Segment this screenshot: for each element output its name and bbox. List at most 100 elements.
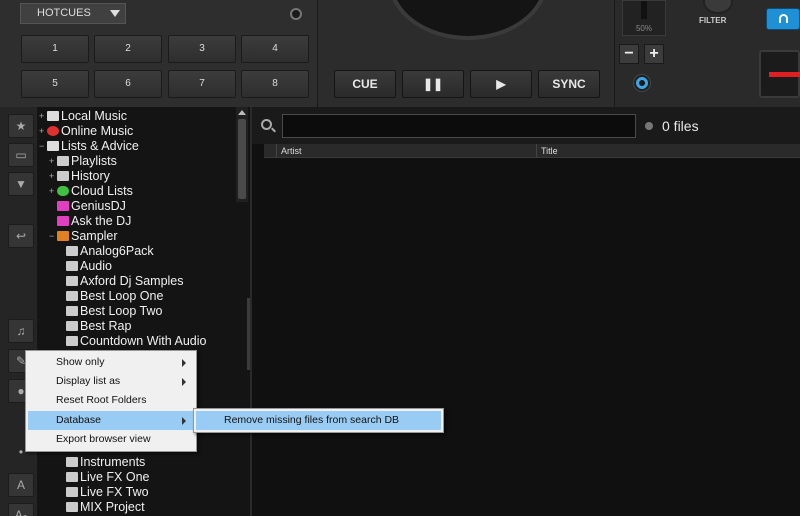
menu-item-label: Display list as bbox=[56, 375, 121, 387]
music-note-icon: ♫ bbox=[16, 324, 26, 338]
tree-item-audio[interactable]: Audio bbox=[66, 259, 112, 274]
scroll-up-icon[interactable] bbox=[238, 110, 246, 115]
tree-item-best-loop-two[interactable]: Best Loop Two bbox=[66, 304, 162, 319]
tree-item-label: Countdown With Audio bbox=[80, 334, 207, 348]
tree-item-label: Live FX One bbox=[80, 470, 150, 484]
sample-folder-icon bbox=[66, 472, 78, 482]
tree-item-sampler[interactable]: Sampler bbox=[57, 229, 118, 244]
hotcue-pad-7[interactable]: 7 bbox=[168, 70, 236, 98]
cloud-icon bbox=[57, 186, 69, 196]
star-icon: ★ bbox=[15, 119, 27, 133]
tree-item-axford-dj-samples[interactable]: Axford Dj Samples bbox=[66, 274, 184, 289]
play-button[interactable]: ▶ bbox=[470, 70, 532, 98]
tree-item-label: GeniusDJ bbox=[71, 199, 126, 213]
filter-icon: ▼ bbox=[15, 177, 27, 191]
menu-item-reset-root-folders[interactable]: Reset Root Folders bbox=[28, 391, 194, 410]
column-header-title[interactable]: Title bbox=[536, 144, 800, 158]
hotcue-pad-8[interactable]: 8 bbox=[241, 70, 309, 98]
pitch-plus-button[interactable]: + bbox=[644, 44, 664, 64]
filter-knob[interactable] bbox=[703, 0, 733, 14]
expand-icon[interactable]: + bbox=[49, 169, 54, 184]
sample-folder-icon bbox=[66, 336, 78, 346]
scrollbar-thumb[interactable] bbox=[238, 119, 246, 199]
column-header-artist[interactable]: Artist bbox=[276, 144, 536, 158]
tree-item-label: Ask the DJ bbox=[71, 214, 132, 228]
filter-button[interactable]: ▼ bbox=[8, 172, 34, 196]
menu-item-label: Show only bbox=[56, 356, 105, 368]
globe-icon bbox=[47, 126, 59, 136]
tree-item-lists-advice[interactable]: Lists & Advice bbox=[47, 139, 139, 154]
tree-item-mix-project[interactable]: MIX Project bbox=[66, 500, 145, 515]
hotcue-pad-6[interactable]: 6 bbox=[94, 70, 162, 98]
tree-item-cloud-lists[interactable]: Cloud Lists bbox=[57, 184, 133, 199]
list-icon bbox=[47, 141, 59, 151]
font-size-small-button[interactable]: Aₐ bbox=[8, 503, 34, 516]
menu-item-remove-missing-files[interactable]: Remove missing files from search DB bbox=[196, 411, 441, 430]
expand-icon[interactable]: + bbox=[39, 109, 44, 124]
pause-icon: ❚❚ bbox=[422, 77, 444, 91]
folder-view-button[interactable]: ▭ bbox=[8, 143, 34, 167]
collapse-icon[interactable]: − bbox=[39, 139, 44, 154]
chevron-right-icon bbox=[182, 417, 186, 425]
pitch-slider[interactable]: 50% bbox=[622, 0, 666, 36]
hotcue-pad-5[interactable]: 5 bbox=[21, 70, 89, 98]
jog-wheel[interactable] bbox=[388, 0, 548, 40]
history-icon bbox=[57, 171, 69, 181]
pitch-minus-button[interactable]: − bbox=[619, 44, 639, 64]
headphones-button[interactable] bbox=[766, 8, 800, 30]
music-view-button[interactable]: ♫ bbox=[8, 319, 34, 343]
headphones-icon bbox=[779, 14, 788, 23]
tree-item-label: Axford Dj Samples bbox=[80, 274, 184, 288]
tree-item-online-music[interactable]: Online Music bbox=[47, 124, 133, 139]
tree-item-best-loop-one[interactable]: Best Loop One bbox=[66, 289, 163, 304]
key-lock-icon[interactable] bbox=[633, 74, 651, 92]
cue-button[interactable]: CUE bbox=[334, 70, 396, 98]
hotcues-dropdown-label: HOTCUES bbox=[37, 7, 91, 19]
back-icon: ↩ bbox=[15, 229, 27, 243]
tree-item-best-rap[interactable]: Best Rap bbox=[66, 319, 131, 334]
tree-item-label: Instruments bbox=[80, 455, 146, 469]
tree-item-instruments[interactable]: Instruments bbox=[66, 455, 145, 470]
expand-icon[interactable]: + bbox=[49, 154, 54, 169]
play-pause-button[interactable]: ❚❚ bbox=[402, 70, 464, 98]
tree-item-live-fx-one[interactable]: Live FX One bbox=[66, 470, 149, 485]
play-icon: ▶ bbox=[496, 77, 506, 91]
deck-panel: HOTCUES 1 2 3 4 5 6 7 8 CUE ❚❚ ▶ SYNC 50… bbox=[0, 0, 800, 107]
menu-item-show-only[interactable]: Show only bbox=[28, 353, 194, 372]
sample-folder-icon bbox=[66, 502, 78, 512]
sync-button[interactable]: SYNC bbox=[538, 70, 600, 98]
volume-fader[interactable] bbox=[759, 50, 800, 98]
search-input[interactable] bbox=[282, 114, 636, 138]
tree-item-countdown-with-audio[interactable]: Countdown With Audio bbox=[66, 334, 206, 349]
menu-item-display-list-as[interactable]: Display list as bbox=[28, 372, 194, 391]
sample-folder-icon bbox=[66, 457, 78, 467]
hotcue-pad-3[interactable]: 3 bbox=[168, 35, 236, 63]
menu-item-database[interactable]: Database bbox=[28, 411, 194, 430]
hotcue-pad-4[interactable]: 4 bbox=[241, 35, 309, 63]
tree-item-local-music[interactable]: Local Music bbox=[47, 109, 127, 124]
hotcue-led-button[interactable] bbox=[290, 8, 302, 20]
tree-item-ask-the-dj[interactable]: Ask the DJ bbox=[57, 214, 131, 229]
tree-item-playlists[interactable]: Playlists bbox=[57, 154, 117, 169]
pitch-slider-track bbox=[641, 1, 647, 19]
hotcue-pad-1[interactable]: 1 bbox=[21, 35, 89, 63]
tree-item-history[interactable]: History bbox=[57, 169, 110, 184]
tree-scrollbar[interactable] bbox=[236, 107, 248, 202]
hotcue-panel: HOTCUES 1 2 3 4 5 6 7 8 bbox=[0, 0, 318, 107]
back-button[interactable]: ↩ bbox=[8, 224, 34, 248]
menu-item-export-browser-view[interactable]: Export browser view bbox=[28, 430, 194, 449]
sample-folder-icon bbox=[66, 306, 78, 316]
dot-icon: • bbox=[18, 445, 24, 459]
tree-item-geniusdj[interactable]: GeniusDJ bbox=[57, 199, 126, 214]
font-size-button[interactable]: A bbox=[8, 473, 34, 497]
collapse-icon[interactable]: − bbox=[49, 229, 54, 244]
tree-item-live-fx-two[interactable]: Live FX Two bbox=[66, 485, 149, 500]
expand-icon[interactable]: + bbox=[39, 124, 44, 139]
search-icon[interactable] bbox=[261, 119, 272, 130]
tree-item-analog6pack[interactable]: Analog6Pack bbox=[66, 244, 154, 259]
hotcue-pad-2[interactable]: 2 bbox=[94, 35, 162, 63]
expand-icon[interactable]: + bbox=[49, 184, 54, 199]
hotcues-dropdown[interactable]: HOTCUES bbox=[20, 3, 126, 24]
fader-handle[interactable] bbox=[769, 72, 800, 77]
favorites-button[interactable]: ★ bbox=[8, 114, 34, 138]
